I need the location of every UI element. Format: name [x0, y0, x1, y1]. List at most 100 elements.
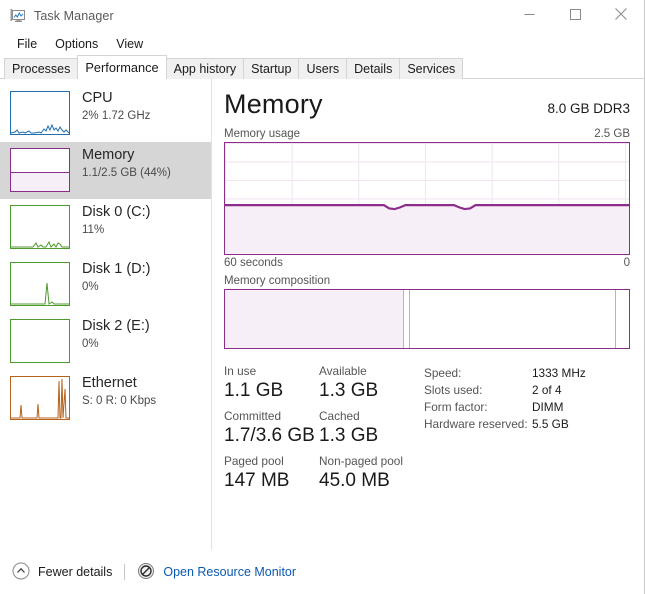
stat-row-2: Committed 1.7/3.6 GB Cached 1.3 GB [224, 410, 414, 446]
footer-bar: Fewer details Open Resource Monitor [0, 550, 644, 594]
fewer-details-button[interactable]: Fewer details [12, 562, 112, 583]
sidebar-item-cpu[interactable]: CPU 2% 1.72 GHz [0, 85, 211, 142]
memory-thumbnail [10, 148, 70, 192]
memory-stats-right: Speed: 1333 MHz Slots used: 2 of 4 Form … [414, 365, 630, 501]
cpu-sub: 2% 1.72 GHz [82, 110, 150, 123]
menu-bar: File Options View [0, 32, 644, 56]
cpu-thumbnail [10, 91, 70, 135]
disk-0-thumbnail [10, 205, 70, 249]
stat-committed-caption: Committed [224, 410, 319, 423]
memory-usage-label: Memory usage [224, 128, 300, 140]
sidebar-item-ethernet[interactable]: Ethernet S: 0 R: 0 Kbps [0, 370, 211, 427]
fewer-details-label: Fewer details [38, 565, 112, 579]
ethernet-title: Ethernet [82, 375, 156, 392]
memory-thumbnail-fill [11, 172, 69, 191]
disk-2-thumbnail [10, 319, 70, 363]
tab-performance[interactable]: Performance [77, 55, 166, 79]
stat-paged-pool: Paged pool 147 MB [224, 455, 319, 491]
tab-processes[interactable]: Processes [4, 58, 78, 79]
ethernet-thumbnail [10, 376, 70, 420]
sidebar-item-disk-1[interactable]: Disk 1 (D:) 0% [0, 256, 211, 313]
memory-panel: Memory 8.0 GB DDR3 Memory usage 2.5 GB 6… [212, 79, 644, 550]
disk-1-sub: 0% [82, 281, 150, 294]
memory-sub: 1.1/2.5 GB (44%) [82, 167, 171, 180]
detail-hardware-reserved: Hardware reserved: 5.5 GB [424, 416, 630, 433]
detail-form-factor-value: DIMM [532, 399, 563, 416]
task-manager-icon [10, 8, 26, 24]
stat-available-caption: Available [319, 365, 414, 378]
detail-hardware-reserved-value: 5.5 GB [532, 416, 569, 433]
content-area: CPU 2% 1.72 GHz Memory 1.1/2.5 GB (44%) [0, 79, 644, 550]
window-controls [506, 0, 644, 32]
stat-cached-value: 1.3 GB [319, 425, 414, 446]
disk-1-title: Disk 1 (D:) [82, 261, 150, 278]
stat-row-1: In use 1.1 GB Available 1.3 GB [224, 365, 414, 401]
stat-paged-pool-value: 147 MB [224, 470, 319, 491]
stat-row-3: Paged pool 147 MB Non-paged pool 45.0 MB [224, 455, 414, 491]
stat-available-value: 1.3 GB [319, 380, 414, 401]
menu-item-options[interactable]: Options [46, 35, 107, 53]
close-icon [615, 7, 627, 25]
ethernet-labels: Ethernet S: 0 R: 0 Kbps [82, 374, 156, 408]
memory-labels: Memory 1.1/2.5 GB (44%) [82, 146, 171, 180]
memory-stats-left: In use 1.1 GB Available 1.3 GB Committed… [224, 365, 414, 501]
resource-monitor-icon [137, 562, 155, 583]
minimize-button[interactable] [506, 0, 552, 32]
stat-in-use-caption: In use [224, 365, 319, 378]
detail-form-factor-key: Form factor: [424, 399, 532, 416]
disk-2-sub: 0% [82, 338, 150, 351]
stat-non-paged-pool: Non-paged pool 45.0 MB [319, 455, 414, 491]
window-title: Task Manager [34, 9, 114, 23]
minimize-icon [524, 7, 535, 25]
memory-usage-header: Memory usage 2.5 GB [224, 128, 630, 140]
disk-1-thumbnail [10, 262, 70, 306]
stat-committed: Committed 1.7/3.6 GB [224, 410, 319, 446]
sidebar-item-disk-0[interactable]: Disk 0 (C:) 11% [0, 199, 211, 256]
stat-available: Available 1.3 GB [319, 365, 414, 401]
memory-composition-label: Memory composition [224, 275, 630, 287]
menu-item-file[interactable]: File [8, 35, 46, 53]
detail-hardware-reserved-key: Hardware reserved: [424, 416, 532, 433]
detail-slots-used: Slots used: 2 of 4 [424, 382, 630, 399]
sidebar-item-disk-2[interactable]: Disk 2 (E:) 0% [0, 313, 211, 370]
stat-cached-caption: Cached [319, 410, 414, 423]
sidebar-item-memory[interactable]: Memory 1.1/2.5 GB (44%) [0, 142, 211, 199]
memory-usage-graph[interactable] [224, 142, 630, 255]
disk-2-labels: Disk 2 (E:) 0% [82, 317, 150, 351]
stat-non-paged-pool-caption: Non-paged pool [319, 455, 414, 468]
close-button[interactable] [598, 0, 644, 32]
menu-item-view[interactable]: View [107, 35, 152, 53]
detail-slots-used-key: Slots used: [424, 382, 532, 399]
memory-composition-bar[interactable] [224, 289, 630, 349]
cpu-labels: CPU 2% 1.72 GHz [82, 89, 150, 123]
detail-slots-used-value: 2 of 4 [532, 382, 562, 399]
tab-services[interactable]: Services [399, 58, 463, 79]
tab-app-history[interactable]: App history [166, 58, 245, 79]
detail-speed-value: 1333 MHz [532, 365, 586, 382]
tab-startup[interactable]: Startup [243, 58, 299, 79]
composition-divider-1 [403, 290, 404, 348]
tab-users[interactable]: Users [298, 58, 347, 79]
stat-paged-pool-caption: Paged pool [224, 455, 319, 468]
task-manager-window: Task Manager [0, 0, 645, 594]
composition-divider-3 [615, 290, 616, 348]
title-bar: Task Manager [0, 0, 644, 32]
axis-left-label: 60 seconds [224, 257, 283, 269]
maximize-icon [570, 7, 581, 25]
open-resource-monitor-link[interactable]: Open Resource Monitor [137, 562, 296, 583]
stat-committed-value: 1.7/3.6 GB [224, 425, 319, 446]
ethernet-sub: S: 0 R: 0 Kbps [82, 395, 156, 408]
tab-strip: Processes Performance App history Startu… [0, 56, 644, 79]
disk-0-labels: Disk 0 (C:) 11% [82, 203, 150, 237]
memory-spec: 8.0 GB DDR3 [547, 101, 630, 116]
memory-stats: In use 1.1 GB Available 1.3 GB Committed… [224, 365, 630, 501]
performance-sidebar: CPU 2% 1.72 GHz Memory 1.1/2.5 GB (44%) [0, 79, 212, 550]
stat-in-use-value: 1.1 GB [224, 380, 319, 401]
panel-header: Memory 8.0 GB DDR3 [224, 89, 630, 120]
stat-non-paged-pool-value: 45.0 MB [319, 470, 414, 491]
maximize-button[interactable] [552, 0, 598, 32]
tab-details[interactable]: Details [346, 58, 400, 79]
cpu-title: CPU [82, 90, 150, 107]
disk-2-title: Disk 2 (E:) [82, 318, 150, 335]
memory-title: Memory [82, 147, 171, 164]
